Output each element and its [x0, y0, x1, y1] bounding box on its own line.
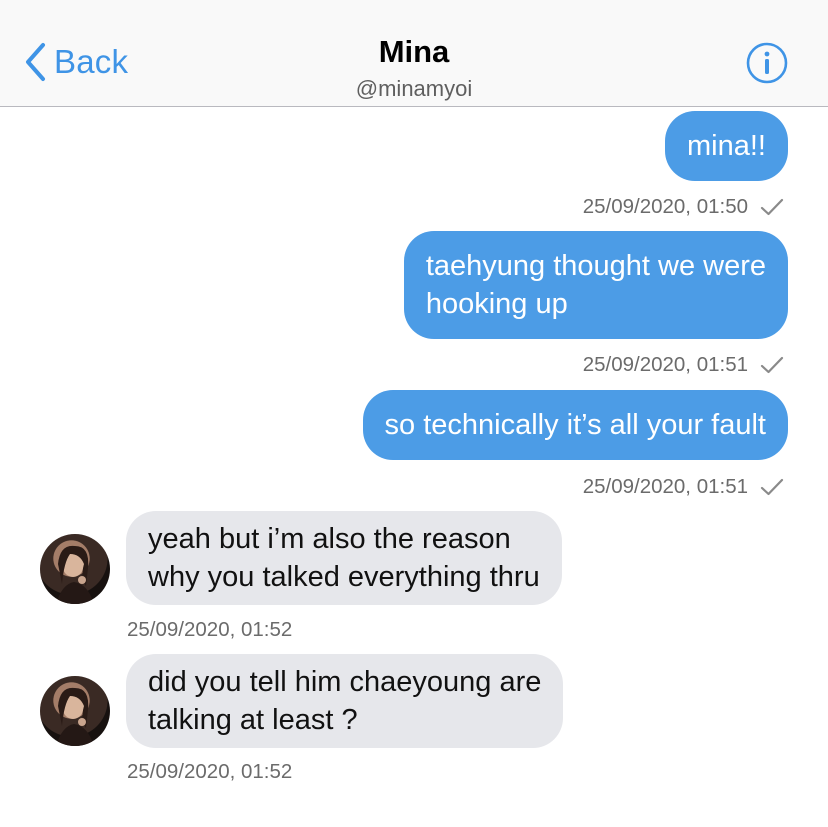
- contact-name: Mina: [378, 34, 450, 69]
- message-text: yeah but i’m also the reason why you tal…: [148, 523, 540, 593]
- contact-avatar[interactable]: [40, 676, 110, 746]
- contact-handle: @minamyoi: [355, 76, 473, 101]
- info-circle-icon: [746, 42, 788, 84]
- contact-avatar[interactable]: [40, 534, 110, 604]
- message-timestamp: 25/09/2020, 01:51: [583, 475, 784, 499]
- message-timestamp: 25/09/2020, 01:51: [583, 353, 784, 377]
- checkmark-icon: [748, 197, 784, 217]
- message-bubble-incoming[interactable]: yeah but i’m also the reason why you tal…: [126, 511, 562, 605]
- message-text: mina!!: [687, 130, 766, 162]
- conversation-header: Back Mina @minamyoi: [0, 0, 828, 107]
- checkmark-icon: [748, 477, 784, 497]
- message-text: taehyung thought we were hooking up: [425, 250, 766, 320]
- message-bubble-outgoing[interactable]: mina!!: [665, 111, 788, 181]
- message-text: did you tell him chaeyoung are talking a…: [148, 666, 542, 736]
- message-text: so technically it’s all your fault: [384, 409, 766, 441]
- message-bubble-outgoing[interactable]: taehyung thought we were hooking up: [403, 231, 788, 339]
- message-bubble-incoming[interactable]: did you tell him chaeyoung are talking a…: [126, 654, 564, 748]
- checkmark-icon: [748, 355, 784, 375]
- info-button[interactable]: [746, 42, 788, 84]
- message-bubble-outgoing[interactable]: so technically it’s all your fault: [362, 390, 788, 460]
- message-timestamp: 25/09/2020, 01:50: [583, 195, 784, 219]
- message-timestamp: 25/09/2020, 01:52: [127, 618, 293, 641]
- message-timestamp: 25/09/2020, 01:52: [127, 760, 293, 783]
